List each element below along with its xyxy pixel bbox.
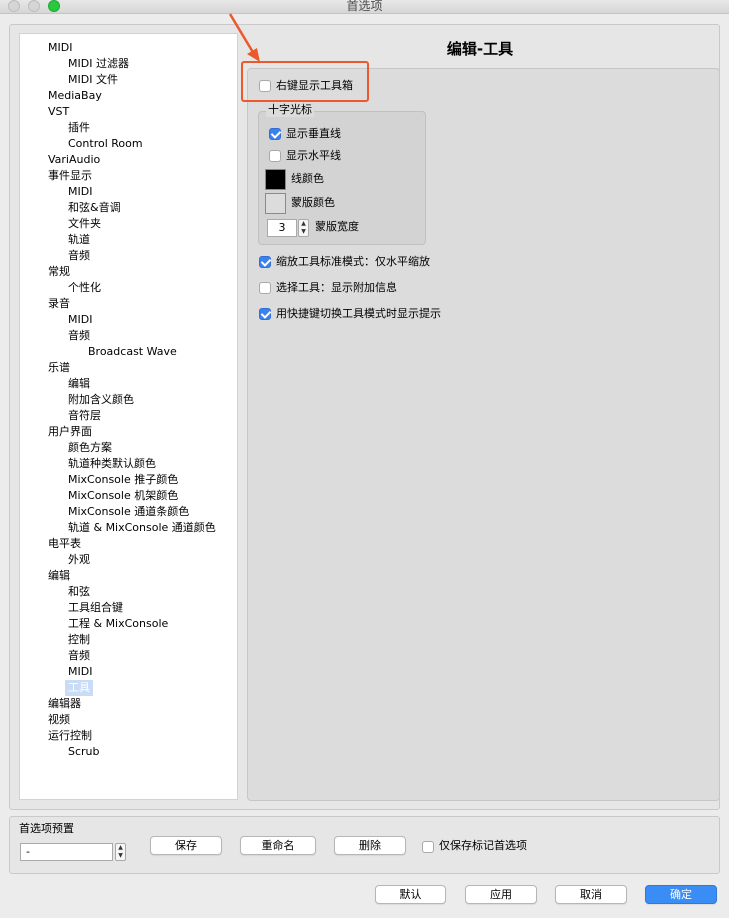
show-horizontal-line-checkbox[interactable] <box>269 150 281 162</box>
select-tool-info-checkbox[interactable] <box>259 282 271 294</box>
tree-item[interactable]: 文件夹 <box>65 216 104 232</box>
mask-color-swatch[interactable] <box>265 193 286 214</box>
preset-select[interactable]: - <box>20 843 113 861</box>
default-button[interactable]: 默认 <box>375 885 446 904</box>
tree-item[interactable]: 插件 <box>65 120 93 136</box>
crosshair-group-title: 十字光标 <box>266 103 314 117</box>
mask-width-input[interactable]: 3 <box>267 219 297 237</box>
tree-item[interactable]: 乐谱 <box>45 360 73 376</box>
window-title: 首选项 <box>346 0 383 13</box>
tree-item[interactable]: VariAudio <box>45 152 103 168</box>
tree-item[interactable]: MixConsole 通道条颜色 <box>65 504 192 520</box>
presets-title: 首选项预置 <box>19 822 74 835</box>
tree-item[interactable]: 附加含义颜色 <box>65 392 137 408</box>
preset-stepper[interactable]: ▲ ▼ <box>115 843 126 861</box>
tree-item[interactable]: MIDI <box>65 664 95 680</box>
tree-item[interactable]: 轨道种类默认颜色 <box>65 456 159 472</box>
tree-item[interactable]: 编辑 <box>65 376 93 392</box>
mask-width-stepper[interactable]: ▲ ▼ <box>298 219 309 237</box>
annotation-arrow-icon <box>228 13 260 62</box>
zoom-standard-mode-checkbox[interactable] <box>259 256 271 268</box>
tree-item[interactable]: 和弦&音调 <box>65 200 124 216</box>
tree-item[interactable]: MixConsole 推子颜色 <box>65 472 181 488</box>
shortcut-hint-checkbox[interactable] <box>259 308 271 320</box>
annotation-highlight-box <box>241 61 369 102</box>
mask-width-label: 蒙版宽度 <box>315 220 359 233</box>
select-tool-info-label: 选择工具：显示附加信息 <box>276 281 397 294</box>
tree-item[interactable]: 轨道 & MixConsole 通道颜色 <box>65 520 219 536</box>
apply-button[interactable]: 应用 <box>465 885 537 904</box>
tree-item[interactable]: 工具 <box>65 680 93 696</box>
tree-item[interactable]: MixConsole 机架颜色 <box>65 488 181 504</box>
tree-item[interactable]: 外观 <box>65 552 93 568</box>
tree-item[interactable]: MediaBay <box>45 88 105 104</box>
line-color-swatch[interactable] <box>265 169 286 190</box>
cancel-button[interactable]: 取消 <box>555 885 627 904</box>
ok-button[interactable]: 确定 <box>645 885 717 904</box>
mask-color-label: 蒙版颜色 <box>291 196 335 209</box>
tree-item[interactable]: 控制 <box>65 632 93 648</box>
tree-item[interactable]: 音频 <box>65 248 93 264</box>
tree-item[interactable]: 音频 <box>65 328 93 344</box>
tree-item[interactable]: MIDI <box>65 312 95 328</box>
tree-item[interactable]: 录音 <box>45 296 73 312</box>
tree-item[interactable]: MIDI 过滤器 <box>65 56 132 72</box>
preferences-tree[interactable]: MIDI MIDI 过滤器 MIDI 文件 MediaBay VST 插件 Control … <box>19 33 238 800</box>
show-vertical-line-checkbox[interactable] <box>269 128 281 140</box>
tree-item[interactable]: 编辑器 <box>45 696 84 712</box>
tree-item[interactable]: 工程 & MixConsole <box>65 616 171 632</box>
tree-item[interactable]: 个性化 <box>65 280 104 296</box>
tree-item[interactable]: 工具组合键 <box>65 600 126 616</box>
tree-item[interactable]: Scrub <box>65 744 103 760</box>
title-bar: 首选项 <box>0 0 729 14</box>
rename-preset-button[interactable]: 重命名 <box>240 836 316 855</box>
only-marked-checkbox[interactable] <box>422 841 434 853</box>
tree-item[interactable]: 运行控制 <box>45 728 95 744</box>
only-marked-label: 仅保存标记首选项 <box>439 839 527 852</box>
tree-item[interactable]: VST <box>45 104 72 120</box>
shortcut-hint-label: 用快捷键切换工具模式时显示提示 <box>276 307 441 320</box>
tree-item[interactable]: 音频 <box>65 648 93 664</box>
tree-item[interactable]: 音符层 <box>65 408 104 424</box>
tree-item[interactable]: Control Room <box>65 136 146 152</box>
tree-item[interactable]: 轨道 <box>65 232 93 248</box>
tree-item[interactable]: MIDI <box>65 184 95 200</box>
delete-preset-button[interactable]: 删除 <box>334 836 406 855</box>
tree-item[interactable]: 编辑 <box>45 568 73 584</box>
line-color-label: 线颜色 <box>291 172 324 185</box>
tree-item[interactable]: Broadcast Wave <box>85 344 180 360</box>
tree-item[interactable]: 事件显示 <box>45 168 95 184</box>
tree-item[interactable]: 电平表 <box>45 536 84 552</box>
zoom-standard-mode-label: 缩放工具标准模式：仅水平缩放 <box>276 255 430 268</box>
tree-item[interactable]: 和弦 <box>65 584 93 600</box>
page-title: 编辑-工具 <box>446 40 514 58</box>
tree-item[interactable]: 视频 <box>45 712 73 728</box>
tree-item[interactable]: MIDI 文件 <box>65 72 121 88</box>
tree-item[interactable]: 常规 <box>45 264 73 280</box>
tree-item[interactable]: MIDI <box>45 40 75 56</box>
tree-item[interactable]: 用户界面 <box>45 424 95 440</box>
save-preset-button[interactable]: 保存 <box>150 836 222 855</box>
show-horizontal-line-label: 显示水平线 <box>286 149 341 162</box>
tree-item[interactable]: 颜色方案 <box>65 440 115 456</box>
show-vertical-line-label: 显示垂直线 <box>286 127 341 140</box>
